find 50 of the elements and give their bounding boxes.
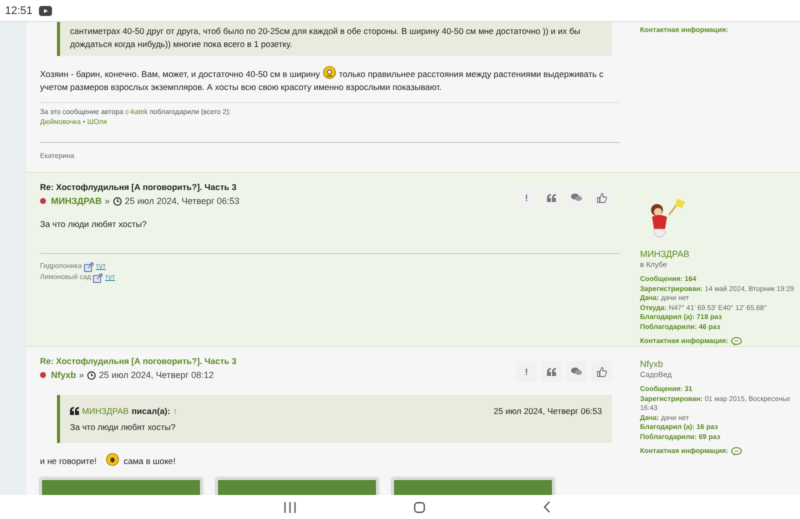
status-time: 12:51 <box>5 4 33 16</box>
quote-text: сантиметрах 40-50 друг от друга, чтоб было по 20-25см для каждой в обе стороны. В ширину 40-50 см мне достаточно )) и их бы <box>70 25 582 38</box>
reply-button[interactable] <box>566 187 587 208</box>
report-button[interactable]: ! <box>516 187 537 208</box>
report-button[interactable]: ! <box>516 361 537 382</box>
quote-text: За что люди любят хосты? <box>70 421 176 434</box>
chat-icon <box>571 193 582 202</box>
external-link-icon <box>84 262 94 272</box>
clock-icon <box>112 196 122 206</box>
quote-icon <box>70 407 79 415</box>
clock-icon <box>87 370 96 380</box>
quote-text: дождаться когда нибудь)) многие пока всего в 1 розетку. <box>70 38 294 51</box>
post-text: За что люди любят хосты? <box>40 218 148 231</box>
smiley-icon <box>322 66 336 79</box>
thumbs-up-icon <box>596 366 606 376</box>
external-link-icon <box>93 272 104 282</box>
quote-icon <box>547 368 556 376</box>
quote-button[interactable] <box>541 361 562 382</box>
wrote-label: писал(а): <box>132 405 170 418</box>
reply-button[interactable] <box>566 361 587 382</box>
author-link[interactable]: МИНЗДРАВ <box>51 196 102 206</box>
jump-link[interactable]: ↑ <box>173 403 178 419</box>
post-date: 25 июл 2024, Четверг 08:12 <box>99 370 214 380</box>
separator-text: » <box>79 370 84 380</box>
like-button[interactable] <box>591 361 612 382</box>
online-dot <box>40 372 46 378</box>
chat-icon <box>571 367 582 376</box>
chat-bubble-icon[interactable] <box>731 447 742 456</box>
like-button[interactable] <box>591 187 612 208</box>
post-text: Хозяин - барин, конечно. Вам, может, и достаточно 40-50 см в ширину только правильнее расстояния между растениями выдерживать с учетом размеров взрослых экземпляров. А хосты всю свою красоту именно взрослыми показывают. <box>40 66 620 94</box>
online-dot <box>40 198 46 204</box>
thumbs-up-icon <box>596 192 606 202</box>
quote-icon <box>547 194 556 202</box>
video-icon <box>38 6 52 16</box>
separator-text: » <box>104 196 110 206</box>
home-icon[interactable] <box>414 502 425 512</box>
smiley-icon <box>106 453 119 466</box>
recent-apps-icon[interactable] <box>284 502 296 512</box>
username-link[interactable]: Nfyxb <box>640 359 800 369</box>
post-text: и не говорите! сама в шоке! <box>40 453 620 468</box>
quote-button[interactable] <box>541 187 562 208</box>
chat-bubble-icon[interactable] <box>731 337 742 346</box>
post-title[interactable]: Re: Хостофлудильня [А поговорить?]. Часть 3 <box>40 181 240 193</box>
author-link[interactable]: Nfyxb <box>51 370 76 380</box>
username-link[interactable]: МИНЗДРАВ <box>640 249 800 259</box>
quote-date: 25 июл 2024, Четверг 06:53 <box>494 405 602 418</box>
post-date: 25 июл 2024, Четверг 06:53 <box>124 196 240 206</box>
post-title[interactable]: Re: Хостофлудильня [А поговорить?]. Часть 3 <box>40 355 236 367</box>
author-link[interactable]: МИНЗДРАВ <box>82 403 129 419</box>
back-icon[interactable] <box>543 501 551 513</box>
